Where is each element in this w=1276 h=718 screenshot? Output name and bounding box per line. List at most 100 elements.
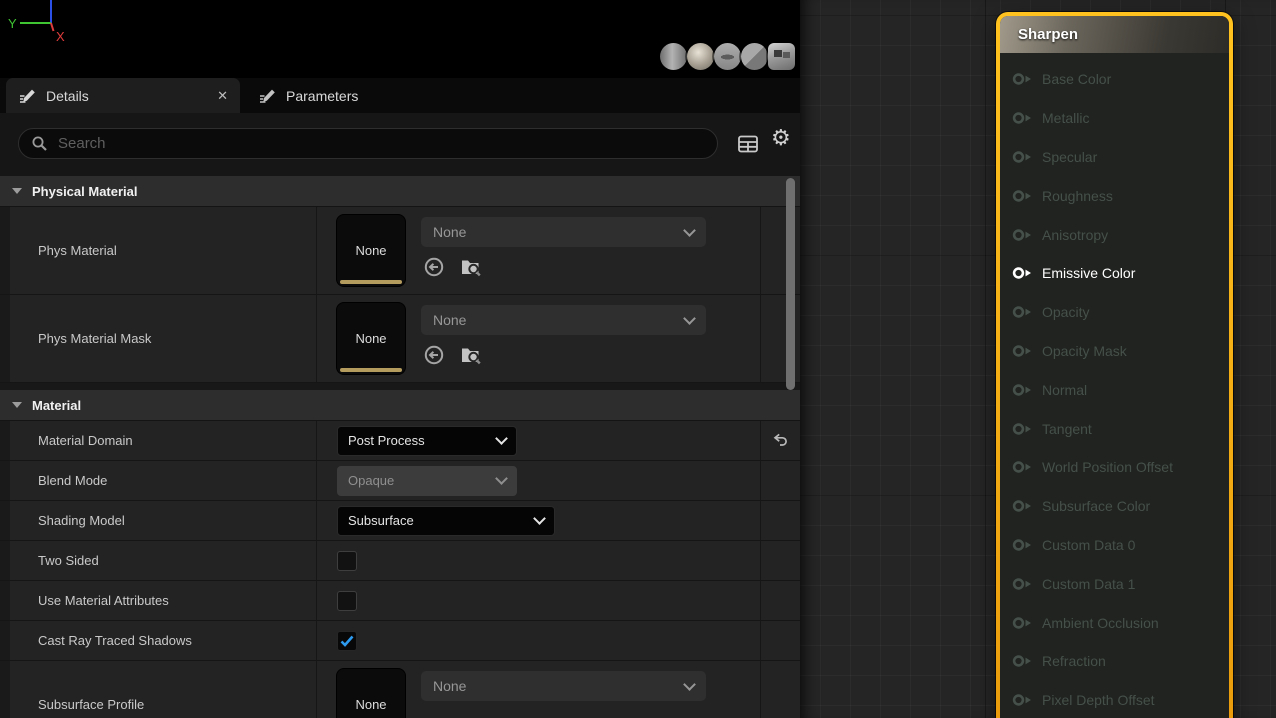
blend-mode-dropdown: Opaque <box>337 466 517 496</box>
node-pin-pixel-depth-offset[interactable]: Pixel Depth Offset <box>1000 681 1229 718</box>
node-pin-ambient-occlusion[interactable]: Ambient Occlusion <box>1000 603 1229 642</box>
preview-shape-buttons <box>660 43 795 70</box>
node-pin-specular[interactable]: Specular <box>1000 138 1229 177</box>
dropdown-value: Subsurface <box>348 513 414 528</box>
node-pin-base-color[interactable]: Base Color <box>1000 60 1229 99</box>
tab-parameters-label: Parameters <box>286 88 358 104</box>
node-pin-list: Base Color Metallic Specular Roughness Aniso… <box>1000 53 1229 718</box>
search-placeholder: Search <box>58 135 106 152</box>
asset-thumbnail[interactable]: None <box>337 669 405 718</box>
node-pin-emissive-color[interactable]: Emissive Color <box>1000 254 1229 293</box>
use-selected-asset-icon[interactable] <box>423 256 445 278</box>
node-pin-custom-data-1[interactable]: Custom Data 1 <box>1000 564 1229 603</box>
node-pin-anisotropy[interactable]: Anisotropy <box>1000 215 1229 254</box>
chevron-down-icon <box>683 224 696 237</box>
node-header[interactable]: Sharpen <box>1000 16 1229 53</box>
pin-icon <box>1012 422 1033 436</box>
property-label: Material Domain <box>38 433 133 448</box>
asset-dropdown[interactable]: None <box>421 217 706 247</box>
preview-shape-cube-button[interactable] <box>741 43 768 70</box>
asset-thumbnail-label: None <box>355 331 386 346</box>
section-collapse-arrow-icon[interactable] <box>12 188 22 194</box>
browse-to-asset-icon[interactable] <box>459 344 483 366</box>
use-selected-asset-icon[interactable] <box>423 344 445 366</box>
column-view-icon[interactable] <box>737 134 759 154</box>
node-pin-tangent[interactable]: Tangent <box>1000 409 1229 448</box>
row-phys-material: Phys Material None None <box>0 207 800 295</box>
browse-to-asset-icon[interactable] <box>459 256 483 278</box>
preview-shape-plane-button[interactable] <box>714 43 741 70</box>
cast-ray-traced-shadows-checkbox[interactable] <box>337 631 357 651</box>
pin-icon <box>1012 189 1033 203</box>
search-input[interactable]: Search <box>18 128 718 159</box>
pin-label: Custom Data 0 <box>1042 537 1135 553</box>
two-sided-checkbox[interactable] <box>337 551 357 571</box>
tab-details[interactable]: Details ✕ <box>6 78 240 113</box>
node-pin-custom-data-0[interactable]: Custom Data 0 <box>1000 526 1229 565</box>
pin-icon <box>1012 150 1033 164</box>
pin-label: Tangent <box>1042 421 1092 437</box>
chevron-down-icon <box>495 472 508 485</box>
node-pin-metallic[interactable]: Metallic <box>1000 99 1229 138</box>
section-header-physical-material[interactable]: Physical Material <box>0 176 800 207</box>
close-icon[interactable]: ✕ <box>217 88 228 104</box>
section-header-material[interactable]: Material <box>0 390 800 421</box>
preview-shape-custom-mesh-button[interactable] <box>768 43 795 70</box>
details-scrollbar[interactable] <box>786 178 795 390</box>
pin-icon <box>1012 344 1033 358</box>
preview-shape-cylinder-button[interactable] <box>660 43 687 70</box>
node-pin-subsurface-color[interactable]: Subsurface Color <box>1000 487 1229 526</box>
axis-gizmo: Y X <box>0 0 90 52</box>
shading-model-dropdown[interactable]: Subsurface <box>337 506 555 536</box>
node-pin-refraction[interactable]: Refraction <box>1000 642 1229 681</box>
pin-label: Specular <box>1042 149 1097 165</box>
material-graph-canvas[interactable]: Sharpen Base Color Metallic Specular Roughn… <box>800 0 1276 718</box>
asset-dropdown[interactable]: None <box>421 671 706 701</box>
use-material-attributes-checkbox[interactable] <box>337 591 357 611</box>
pin-label: Anisotropy <box>1042 227 1108 243</box>
property-label: Subsurface Profile <box>38 697 144 712</box>
material-domain-dropdown[interactable]: Post Process <box>337 426 517 456</box>
node-title: Sharpen <box>1018 26 1078 43</box>
preview-viewport[interactable]: Y X <box>0 0 800 78</box>
pin-icon <box>1012 538 1033 552</box>
row-blend-mode: Blend Mode Opaque <box>0 461 800 501</box>
pin-label: Base Color <box>1042 71 1111 87</box>
row-subsurface-profile: Subsurface Profile None None <box>0 661 800 718</box>
property-label: Phys Material <box>38 243 117 258</box>
settings-gear-icon[interactable]: ⚙ <box>771 127 791 149</box>
node-pin-opacity[interactable]: Opacity <box>1000 293 1229 332</box>
pin-label: Custom Data 1 <box>1042 576 1135 592</box>
section-collapse-arrow-icon[interactable] <box>12 402 22 408</box>
node-pin-world-position-offset[interactable]: World Position Offset <box>1000 448 1229 487</box>
chevron-down-icon <box>683 678 696 691</box>
pin-icon <box>1012 616 1033 630</box>
reset-to-default-icon[interactable] <box>771 432 790 449</box>
pin-label: Pixel Depth Offset <box>1042 692 1155 708</box>
asset-dropdown-value: None <box>433 312 466 328</box>
row-material-domain: Material Domain Post Process <box>0 421 800 461</box>
pin-icon <box>1012 460 1033 474</box>
chevron-down-icon <box>533 512 546 525</box>
node-pin-roughness[interactable]: Roughness <box>1000 176 1229 215</box>
pin-icon <box>1012 383 1033 397</box>
node-sharpen[interactable]: Sharpen Base Color Metallic Specular Roughn… <box>996 12 1233 718</box>
pin-label: Opacity Mask <box>1042 343 1127 359</box>
pin-icon <box>1012 693 1033 707</box>
row-shading-model: Shading Model Subsurface <box>0 501 800 541</box>
pin-label: Emissive Color <box>1042 265 1135 281</box>
node-pin-opacity-mask[interactable]: Opacity Mask <box>1000 332 1229 371</box>
preview-shape-sphere-button[interactable] <box>687 43 714 70</box>
asset-thumbnail[interactable]: None <box>337 303 405 374</box>
asset-dropdown[interactable]: None <box>421 305 706 335</box>
tab-parameters[interactable]: Parameters <box>246 78 406 113</box>
pin-icon <box>1012 577 1033 591</box>
node-pin-normal[interactable]: Normal <box>1000 370 1229 409</box>
asset-thumbnail[interactable]: None <box>337 215 405 286</box>
property-label: Use Material Attributes <box>38 593 169 608</box>
details-pencil-icon <box>18 87 37 104</box>
pin-icon <box>1012 305 1033 319</box>
tab-details-label: Details <box>46 88 89 104</box>
axis-y-label: Y <box>8 16 17 31</box>
pin-icon <box>1012 499 1033 513</box>
